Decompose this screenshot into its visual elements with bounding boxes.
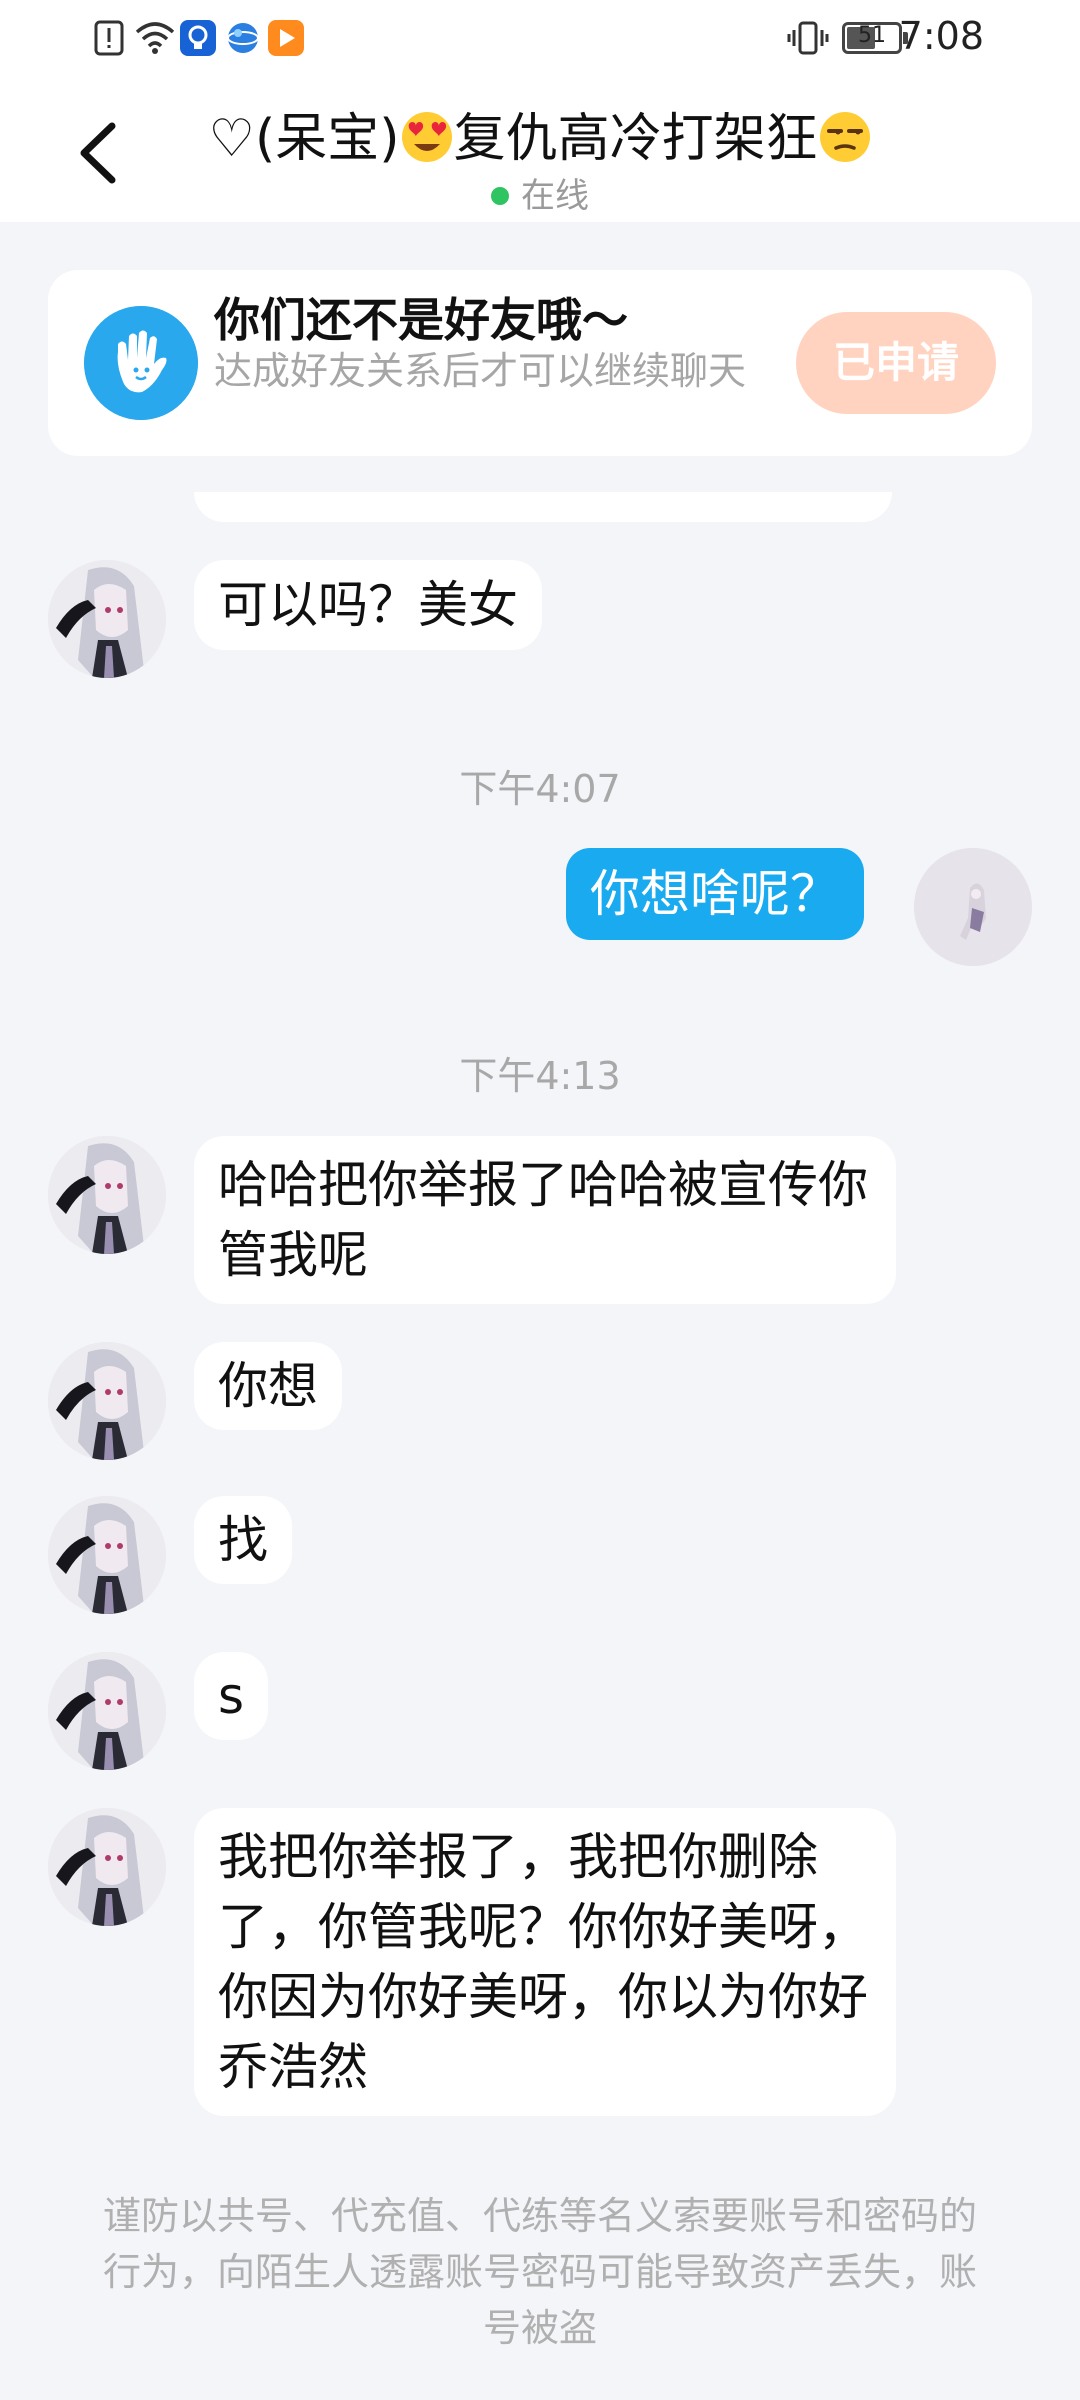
anime-avatar-image	[48, 1136, 166, 1254]
sent-message-bubble: 你想啥呢？	[566, 848, 864, 940]
anime-avatar-image	[48, 1342, 166, 1460]
friend-request-banner: 你们还不是好友哦～ 达成好友关系后才可以继续聊天 已申请	[48, 270, 1032, 456]
chat-title: ♡(呆宝) 复仇高冷打架狂	[0, 96, 1080, 171]
contact-avatar[interactable]	[48, 1136, 166, 1254]
contact-avatar[interactable]	[48, 1652, 166, 1770]
received-message-bubble: 哈哈把你举报了哈哈被宣传你管我呢	[194, 1136, 896, 1304]
received-message-bubble: 你想	[194, 1342, 342, 1430]
wifi-icon	[135, 22, 175, 54]
received-message-bubble: 可以吗？美女	[194, 560, 542, 650]
bulb-app-icon	[180, 20, 216, 56]
clock: 7:08	[898, 14, 984, 58]
applied-button[interactable]: 已申请	[796, 312, 996, 414]
contact-avatar[interactable]	[48, 1808, 166, 1926]
received-message-bubble: s	[194, 1652, 269, 1740]
battery-icon: 51	[842, 22, 908, 54]
battery-level: 51	[858, 23, 886, 48]
waving-hand-icon	[84, 306, 198, 420]
anime-avatar-image	[48, 560, 166, 678]
anime-avatar-image	[48, 1496, 166, 1614]
browser-app-icon	[227, 23, 259, 53]
banner-subtitle: 达成好友关系后才可以继续聊天	[214, 349, 747, 393]
my-avatar[interactable]	[914, 848, 1032, 966]
alert-icon	[94, 20, 124, 56]
online-status: 在线	[0, 168, 1080, 217]
received-message-bubble: 我把你举报了，我把你删除了，你管我呢？你你好美呀，你因为你好美呀，你以为你好乔浩…	[194, 1808, 896, 2116]
heart-eyes-emoji-icon	[401, 112, 452, 162]
timestamp: 下午4:07	[459, 767, 621, 811]
title-prefix: ♡(呆宝)	[208, 109, 400, 169]
banner-title: 你们还不是好友哦～	[214, 293, 628, 347]
vibrate-icon	[787, 21, 829, 55]
anime-avatar-image	[48, 1808, 166, 1926]
online-dot-icon	[491, 187, 509, 205]
chat-header: ♡(呆宝) 复仇高冷打架狂 在线	[0, 78, 1080, 222]
timestamp: 下午4:13	[459, 1054, 621, 1098]
partial-message-bubble	[194, 492, 892, 522]
video-app-icon	[268, 20, 304, 56]
contact-avatar[interactable]	[48, 1496, 166, 1614]
title-suffix: 复仇高冷打架狂	[453, 109, 818, 169]
contact-avatar[interactable]	[48, 1342, 166, 1460]
unamused-emoji-icon	[819, 112, 870, 162]
received-message-bubble: 找	[194, 1496, 292, 1584]
my-avatar-image	[914, 848, 1032, 966]
status-bar: 51 7:08	[0, 0, 1080, 78]
online-status-text: 在线	[521, 176, 589, 216]
anime-avatar-image	[48, 1652, 166, 1770]
contact-avatar[interactable]	[48, 560, 166, 678]
security-notice: 谨防以共号、代充值、代练等名义索要账号和密码的行为，向陌生人透露账号密码可能导致…	[102, 2194, 977, 2350]
